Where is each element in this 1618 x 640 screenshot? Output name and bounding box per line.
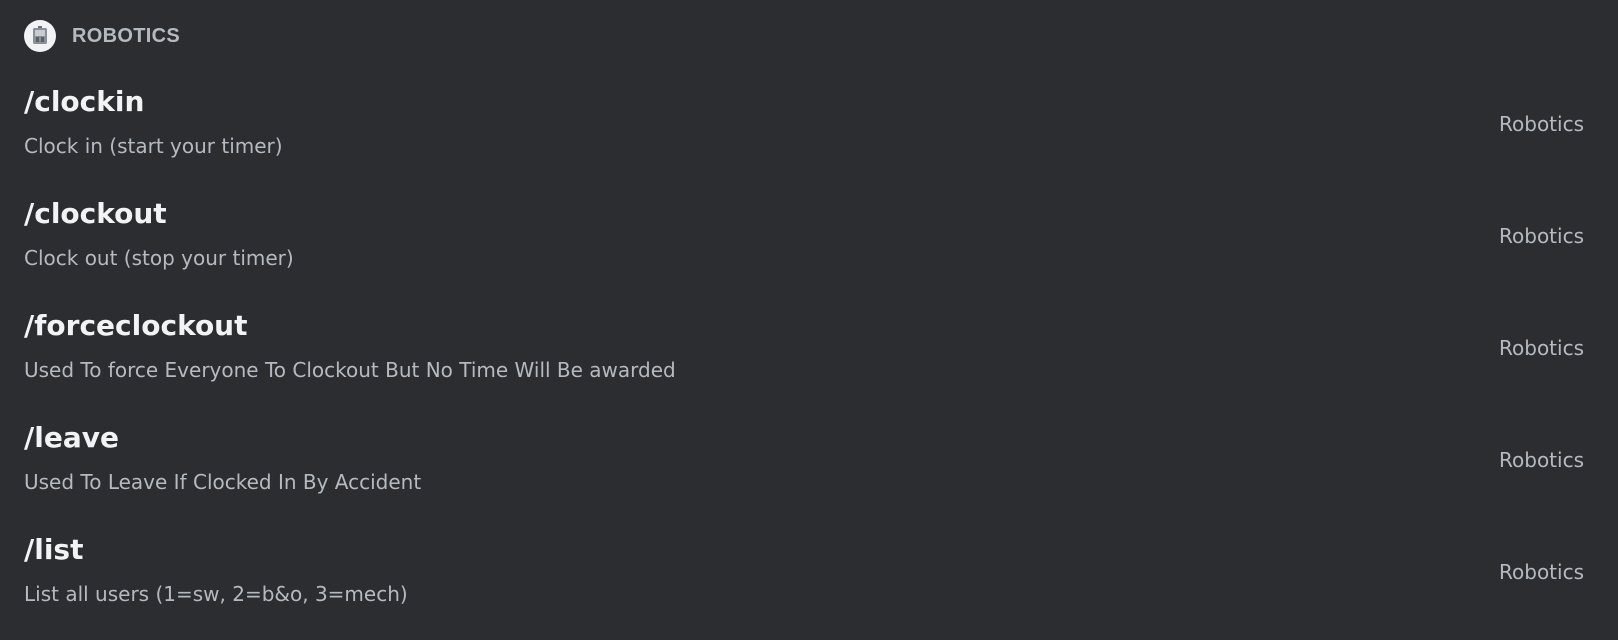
- command-row-forceclockout[interactable]: /forceclockout Used To force Everyone To…: [0, 300, 1618, 412]
- command-source: Robotics: [1499, 224, 1584, 248]
- section-title: ROBOTICS: [72, 24, 180, 47]
- command-name: /clockin: [24, 85, 145, 118]
- command-row-leave[interactable]: /leave Used To Leave If Clocked In By Ac…: [0, 412, 1618, 524]
- command-name: /leave: [24, 421, 119, 454]
- command-description: Used To Leave If Clocked In By Accident: [24, 470, 422, 494]
- robot-app-icon: [24, 20, 56, 52]
- command-row-clockout[interactable]: /clockout Clock out (stop your timer) Ro…: [0, 188, 1618, 300]
- command-row-clockin[interactable]: /clockin Clock in (start your timer) Rob…: [0, 76, 1618, 188]
- command-row-list[interactable]: /list List all users (1=sw, 2=b&o, 3=mec…: [0, 524, 1618, 636]
- command-source: Robotics: [1499, 448, 1584, 472]
- command-name: /list: [24, 533, 84, 566]
- command-picker-panel: ROBOTICS /clockin Clock in (start your t…: [0, 0, 1618, 640]
- command-name: /forceclockout: [24, 309, 248, 342]
- section-header: ROBOTICS: [24, 19, 180, 53]
- command-source: Robotics: [1499, 336, 1584, 360]
- command-description: Clock out (stop your timer): [24, 246, 294, 270]
- command-description: Used To force Everyone To Clockout But N…: [24, 358, 676, 382]
- command-description: Clock in (start your timer): [24, 134, 283, 158]
- command-list: /clockin Clock in (start your timer) Rob…: [0, 76, 1618, 636]
- command-source: Robotics: [1499, 112, 1584, 136]
- command-source: Robotics: [1499, 560, 1584, 584]
- command-description: List all users (1=sw, 2=b&o, 3=mech): [24, 582, 408, 606]
- command-name: /clockout: [24, 197, 167, 230]
